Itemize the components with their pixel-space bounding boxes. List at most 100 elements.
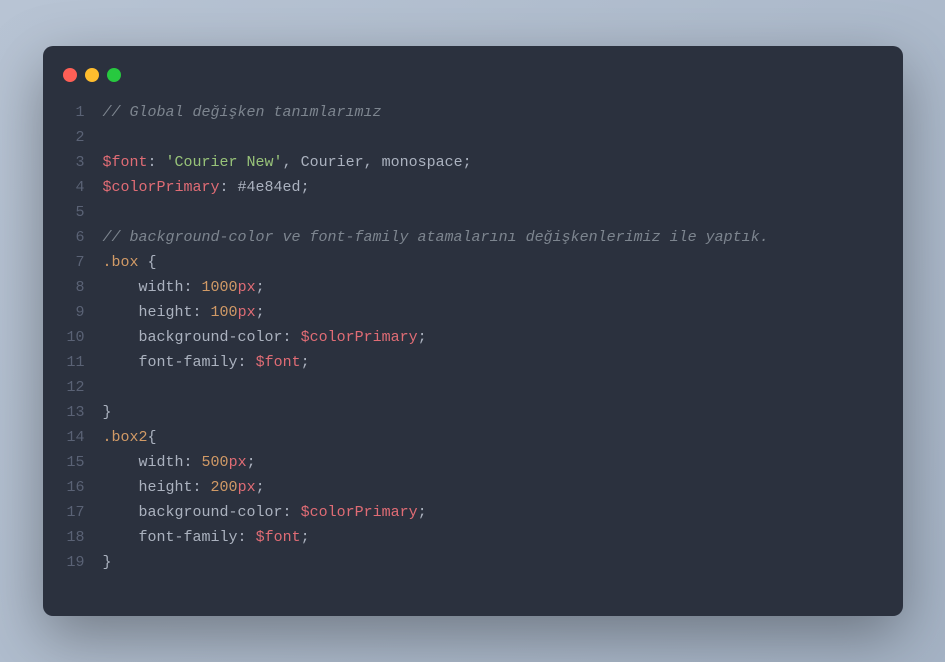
code-token: ; [301, 179, 310, 196]
line-number: 14 [63, 425, 85, 450]
code-content[interactable]: // Global değişken tanımlarımız $font: '… [103, 100, 769, 575]
code-line[interactable]: background-color: $colorPrimary; [103, 500, 769, 525]
code-token: : [283, 504, 301, 521]
code-token: $font [256, 354, 301, 371]
window-titlebar [43, 68, 903, 100]
line-number: 9 [63, 300, 85, 325]
line-number: 5 [63, 200, 85, 225]
line-number: 12 [63, 375, 85, 400]
code-token: width [139, 454, 184, 471]
code-area[interactable]: 12345678910111213141516171819 // Global … [43, 100, 903, 575]
code-token: height [139, 304, 193, 321]
code-token: : [238, 354, 256, 371]
code-token: background-color [139, 329, 283, 346]
code-token: ; [418, 329, 427, 346]
line-number-gutter: 12345678910111213141516171819 [63, 100, 103, 575]
editor-window: 12345678910111213141516171819 // Global … [43, 46, 903, 616]
line-number: 2 [63, 125, 85, 150]
code-token [103, 504, 139, 521]
code-line[interactable] [103, 200, 769, 225]
code-token: , Courier, monospace [283, 154, 463, 171]
code-token [103, 329, 139, 346]
code-token: px [238, 279, 256, 296]
code-token: ; [418, 504, 427, 521]
code-token: // background-color ve font-family atama… [103, 229, 769, 246]
code-token: px [238, 304, 256, 321]
code-token: { [148, 429, 157, 446]
code-token: ; [463, 154, 472, 171]
code-token: ; [256, 304, 265, 321]
code-line[interactable]: font-family: $font; [103, 525, 769, 550]
maximize-icon[interactable] [107, 68, 121, 82]
code-line[interactable]: $colorPrimary: #4e84ed; [103, 175, 769, 200]
line-number: 3 [63, 150, 85, 175]
code-token [103, 529, 139, 546]
code-token: ; [301, 529, 310, 546]
code-token: font-family [139, 529, 238, 546]
code-token: : [184, 279, 202, 296]
line-number: 10 [63, 325, 85, 350]
code-token: 1000 [202, 279, 238, 296]
line-number: 1 [63, 100, 85, 125]
code-line[interactable]: // background-color ve font-family atama… [103, 225, 769, 250]
code-token: { [139, 254, 157, 271]
code-token: } [103, 404, 112, 421]
code-token: .box2 [103, 429, 148, 446]
line-number: 16 [63, 475, 85, 500]
close-icon[interactable] [63, 68, 77, 82]
code-token: ; [247, 454, 256, 471]
code-line[interactable]: // Global değişken tanımlarımız [103, 100, 769, 125]
code-line[interactable]: width: 1000px; [103, 275, 769, 300]
code-token [103, 354, 139, 371]
code-token: ; [256, 479, 265, 496]
code-token: height [139, 479, 193, 496]
code-token: 200 [211, 479, 238, 496]
code-token: ; [301, 354, 310, 371]
line-number: 11 [63, 350, 85, 375]
code-line[interactable]: } [103, 400, 769, 425]
code-token: } [103, 554, 112, 571]
code-token: px [229, 454, 247, 471]
code-line[interactable]: height: 200px; [103, 475, 769, 500]
code-token: 100 [211, 304, 238, 321]
code-line[interactable]: font-family: $font; [103, 350, 769, 375]
code-line[interactable]: } [103, 550, 769, 575]
code-token [103, 454, 139, 471]
code-token: // Global değişken tanımlarımız [103, 104, 382, 121]
code-line[interactable] [103, 125, 769, 150]
code-line[interactable]: .box { [103, 250, 769, 275]
code-token [103, 479, 139, 496]
code-token: : [184, 454, 202, 471]
line-number: 19 [63, 550, 85, 575]
code-token: background-color [139, 504, 283, 521]
line-number: 8 [63, 275, 85, 300]
code-token: px [238, 479, 256, 496]
code-token: $font [256, 529, 301, 546]
code-token: $colorPrimary [103, 179, 220, 196]
code-token: font-family [139, 354, 238, 371]
line-number: 13 [63, 400, 85, 425]
code-token [103, 279, 139, 296]
code-token: : [238, 529, 256, 546]
code-token: 'Courier New' [166, 154, 283, 171]
code-token: : [148, 154, 166, 171]
line-number: 4 [63, 175, 85, 200]
code-token: #4e84ed [238, 179, 301, 196]
code-token: $font [103, 154, 148, 171]
code-line[interactable]: $font: 'Courier New', Courier, monospace… [103, 150, 769, 175]
code-token: .box [103, 254, 139, 271]
code-token: ; [256, 279, 265, 296]
code-token: : [193, 479, 211, 496]
code-token [103, 304, 139, 321]
code-token: $colorPrimary [301, 329, 418, 346]
code-line[interactable] [103, 375, 769, 400]
minimize-icon[interactable] [85, 68, 99, 82]
code-line[interactable]: background-color: $colorPrimary; [103, 325, 769, 350]
code-line[interactable]: .box2{ [103, 425, 769, 450]
code-token: : [220, 179, 238, 196]
code-token: 500 [202, 454, 229, 471]
code-line[interactable]: width: 500px; [103, 450, 769, 475]
line-number: 7 [63, 250, 85, 275]
code-token: width [139, 279, 184, 296]
code-line[interactable]: height: 100px; [103, 300, 769, 325]
